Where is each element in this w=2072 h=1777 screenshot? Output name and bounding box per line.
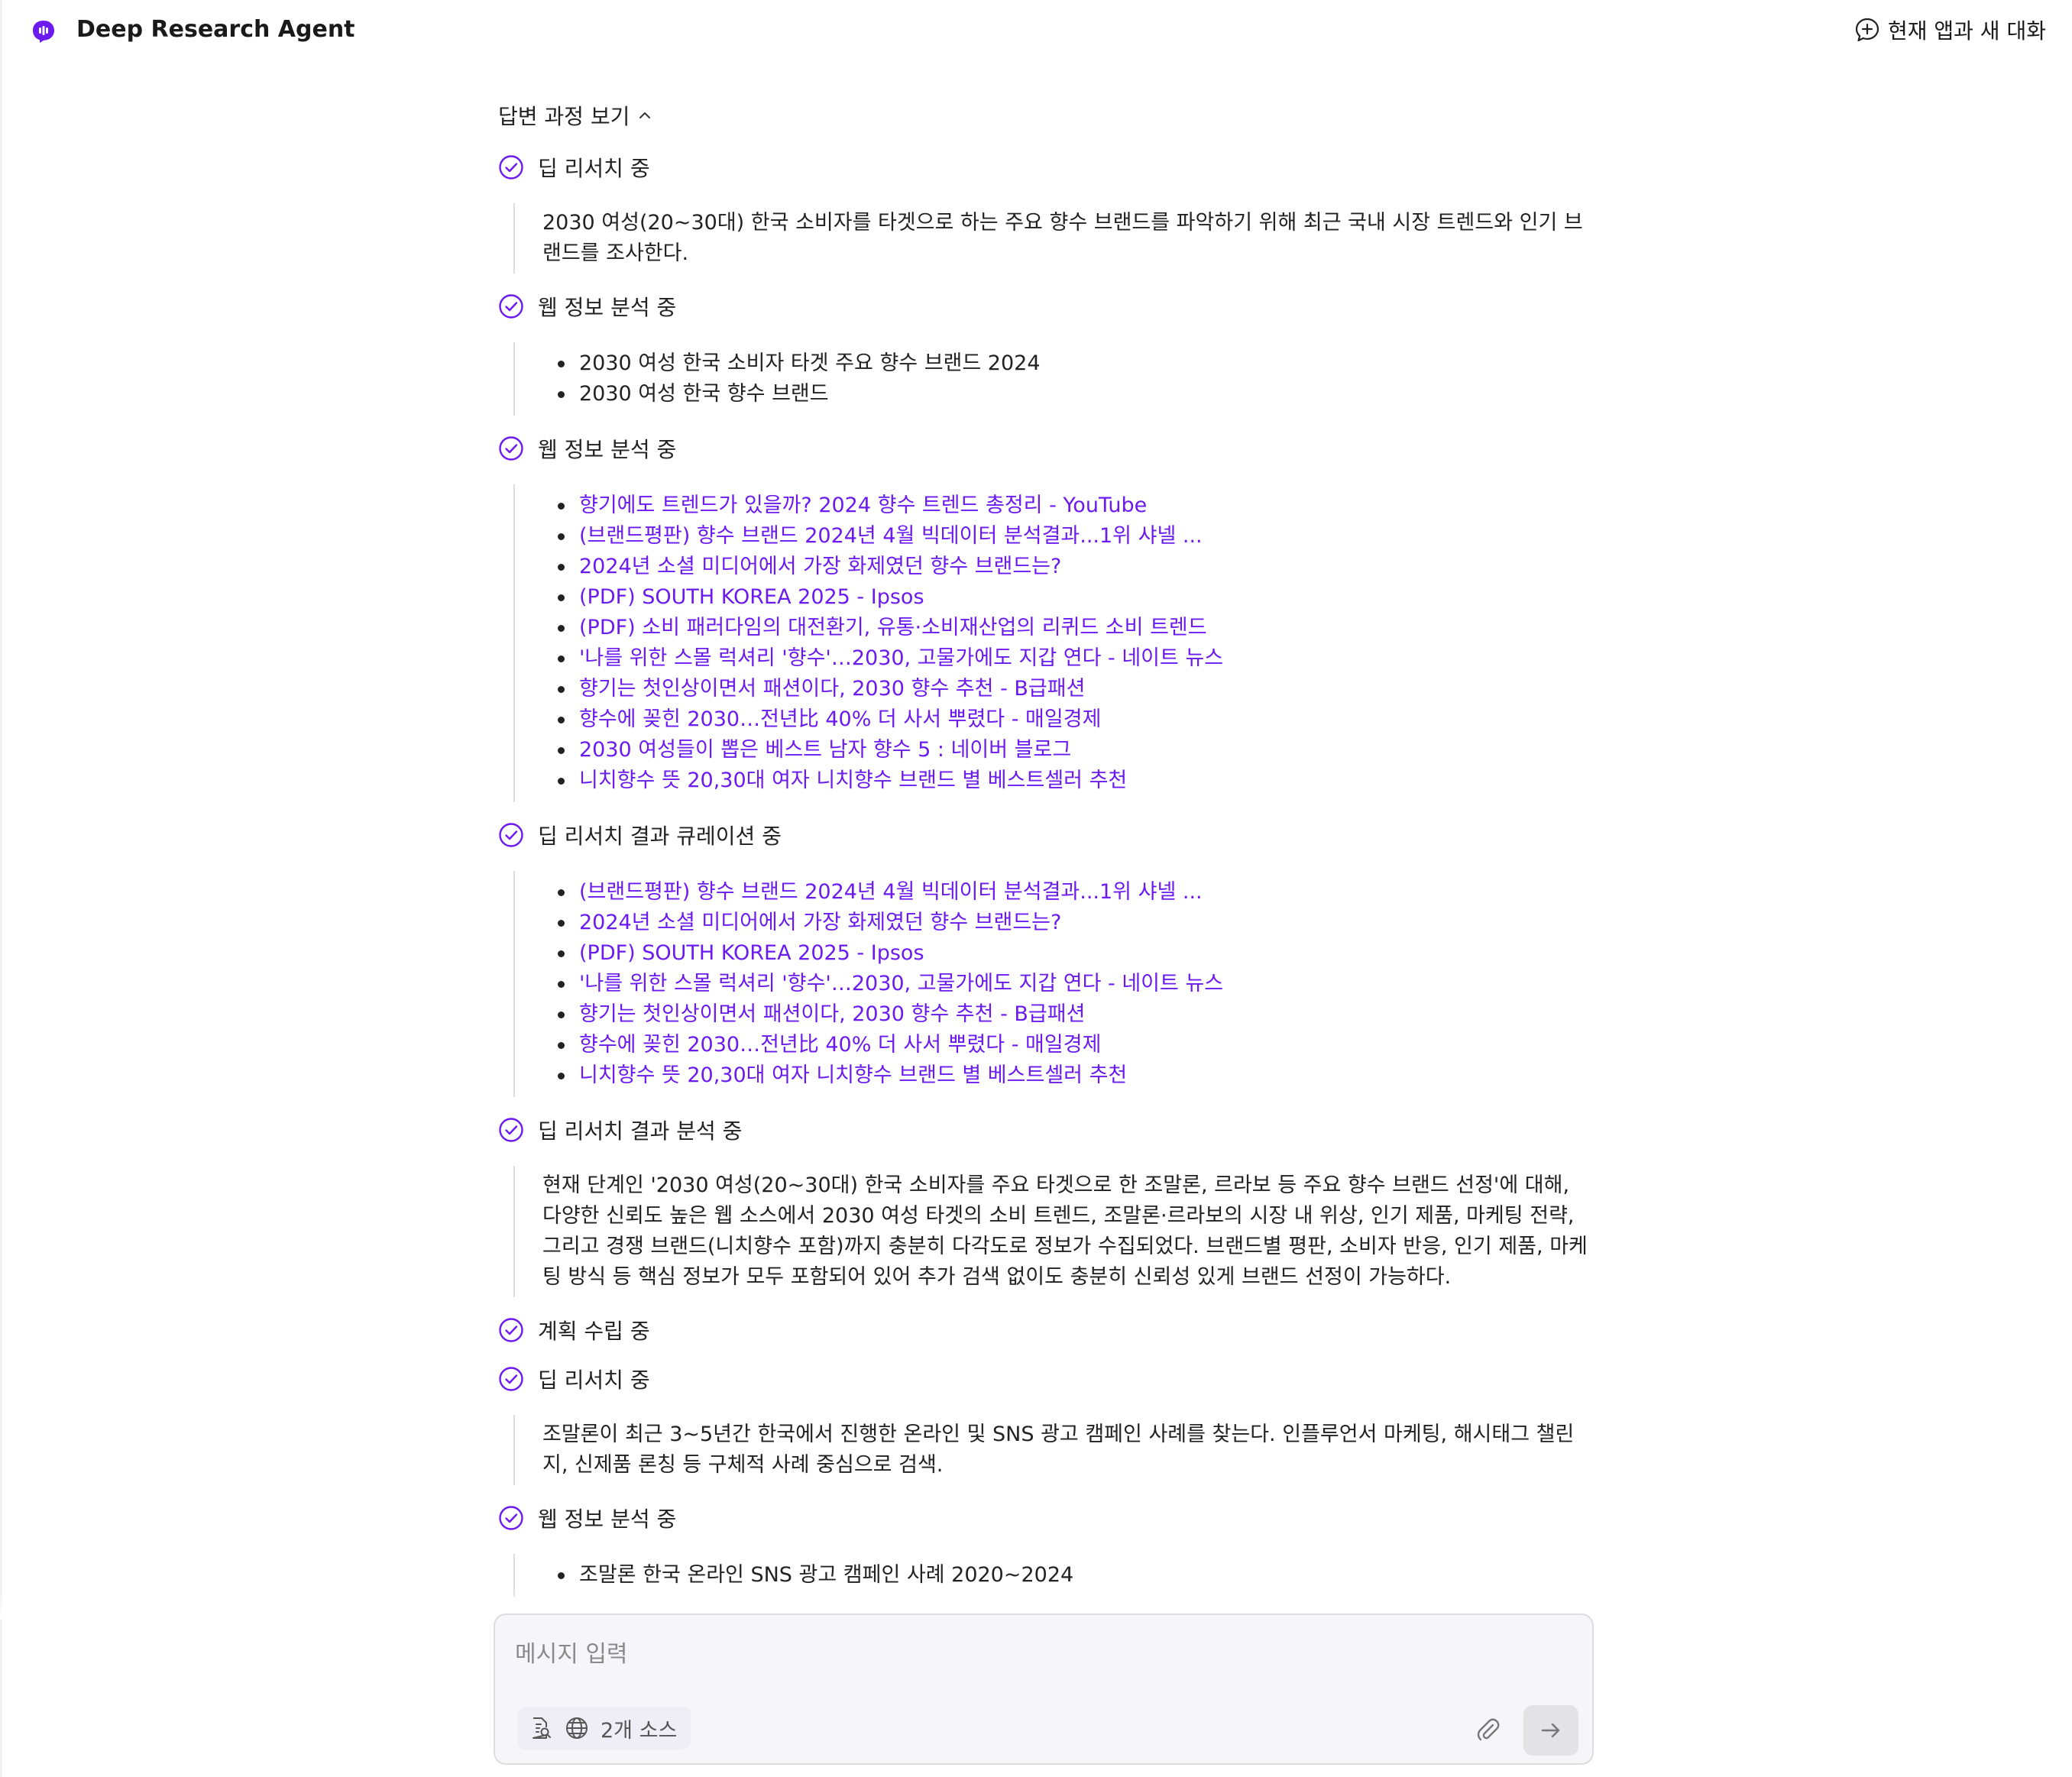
step-description: 2030 여성(20~30대) 한국 소비자를 타겟으로 하는 주요 향수 브랜… xyxy=(542,211,1583,265)
check-circle-icon xyxy=(499,1506,523,1530)
search-query-item: 2030 여성 한국 소비자 타겟 주요 향수 브랜드 2024 xyxy=(542,348,1591,379)
step-header: 웹 정보 분석 중 xyxy=(498,290,1591,322)
process-step: 딥 리서치 중조말론이 최근 3~5년간 한국에서 진행한 온라인 및 SNS … xyxy=(498,1363,1591,1485)
source-link[interactable]: 2024년 소셜 미디어에서 가장 화제였던 향수 브랜드는? xyxy=(542,552,1591,582)
process-step: 웹 정보 분석 중 2030 여성 한국 소비자 타겟 주요 향수 브랜드 202… xyxy=(498,290,1591,416)
step-body: 조말론이 최근 3~5년간 한국에서 진행한 온라인 및 SNS 광고 캠페인 … xyxy=(513,1415,1591,1485)
step-title: 웹 정보 분석 중 xyxy=(538,1507,677,1532)
new-chat-button[interactable]: 현재 앱과 새 대화 xyxy=(1854,14,2046,46)
step-header: 딥 리서치 중 xyxy=(498,1363,1591,1395)
process-toggle-label: 답변 과정 보기 xyxy=(498,104,630,129)
step-item-list: (브랜드평판) 향수 브랜드 2024년 4월 빅데이터 분석결과...1위 샤… xyxy=(542,871,1591,1097)
document-search-icon xyxy=(533,1717,551,1739)
message-composer: 2개 소스 xyxy=(494,1614,1594,1765)
app-title: Deep Research Agent xyxy=(76,16,355,43)
step-title: 웹 정보 분석 중 xyxy=(538,437,677,462)
source-link[interactable]: (브랜드평판) 향수 브랜드 2024년 4월 빅데이터 분석결과...1위 샤… xyxy=(542,521,1591,552)
app-logo-icon xyxy=(33,21,54,43)
research-process-panel: 답변 과정 보기 딥 리서치 중 2030 여성(20~30대) 한국 소비자를 … xyxy=(498,96,1591,1624)
check-circle-icon xyxy=(499,436,523,461)
step-title: 딥 리서치 중 xyxy=(538,1368,650,1393)
source-link[interactable]: 향기는 첫인상이면서 패션이다, 2030 향수 추천 - B급패션 xyxy=(542,674,1591,704)
send-button[interactable] xyxy=(1523,1705,1578,1756)
source-link[interactable]: 2030 여성들이 뽑은 베스트 남자 향수 5 : 네이버 블로그 xyxy=(542,735,1591,766)
step-title: 딥 리서치 중 xyxy=(538,156,650,181)
new-chat-icon xyxy=(1855,18,1879,42)
step-header: 웹 정보 분석 중 xyxy=(498,1502,1591,1534)
step-item-list: 향기에도 트렌드가 있을까? 2024 향수 트렌드 총정리 - YouTube… xyxy=(542,484,1591,802)
step-body: 현재 단계인 '2030 여성(20~30대) 한국 소비자를 주요 타겟으로 … xyxy=(513,1166,1591,1297)
step-title: 계획 수립 중 xyxy=(538,1319,650,1344)
step-header: 딥 리서치 중 xyxy=(498,151,1591,183)
source-link[interactable]: 2024년 소셜 미디어에서 가장 화제였던 향수 브랜드는? xyxy=(542,908,1591,938)
sidebar-edge xyxy=(0,0,2,1777)
chevron-up-icon xyxy=(639,112,651,118)
step-body: 2030 여성 한국 소비자 타겟 주요 향수 브랜드 2024 2030 여성 … xyxy=(513,342,1591,416)
source-link[interactable]: (브랜드평판) 향수 브랜드 2024년 4월 빅데이터 분석결과...1위 샤… xyxy=(542,877,1591,908)
source-link[interactable]: 향기에도 트렌드가 있을까? 2024 향수 트렌드 총정리 - YouTube xyxy=(542,490,1591,521)
step-header: 딥 리서치 결과 큐레이션 중 xyxy=(498,819,1591,851)
new-chat-label: 현재 앱과 새 대화 xyxy=(1887,18,2046,44)
step-header: 계획 수립 중 xyxy=(498,1314,1591,1346)
check-circle-icon xyxy=(499,155,523,180)
source-link[interactable]: (PDF) 소비 패러다임의 대전환기, 유통·소비재산업의 리퀴드 소비 트렌… xyxy=(542,613,1591,643)
step-description: 현재 단계인 '2030 여성(20~30대) 한국 소비자를 주요 타겟으로 … xyxy=(542,1173,1588,1289)
source-count-label: 2개 소스 xyxy=(601,1718,678,1743)
process-step: 웹 정보 분석 중향기에도 트렌드가 있을까? 2024 향수 트렌드 총정리 … xyxy=(498,432,1591,802)
check-circle-icon xyxy=(499,823,523,847)
step-item-list: 2030 여성 한국 소비자 타겟 주요 향수 브랜드 2024 2030 여성 … xyxy=(542,342,1591,416)
search-query-item: 2030 여성 한국 향수 브랜드 xyxy=(542,379,1591,409)
check-circle-icon xyxy=(499,1118,523,1142)
process-step: 딥 리서치 중 2030 여성(20~30대) 한국 소비자를 타겟으로 하는 주… xyxy=(498,151,1591,274)
step-body: (브랜드평판) 향수 브랜드 2024년 4월 빅데이터 분석결과...1위 샤… xyxy=(513,871,1591,1097)
step-header: 딥 리서치 결과 분석 중 xyxy=(498,1114,1591,1146)
source-link[interactable]: (PDF) SOUTH KOREA 2025 - Ipsos xyxy=(542,582,1591,613)
step-body: 향기에도 트렌드가 있을까? 2024 향수 트렌드 총정리 - YouTube… xyxy=(513,484,1591,802)
source-selector-button[interactable]: 2개 소스 xyxy=(518,1707,691,1749)
message-input[interactable] xyxy=(513,1633,1568,1679)
globe-icon xyxy=(566,1717,588,1739)
process-step: 계획 수립 중 xyxy=(498,1314,1591,1346)
step-body: 2030 여성(20~30대) 한국 소비자를 타겟으로 하는 주요 향수 브랜… xyxy=(513,203,1591,274)
step-header: 웹 정보 분석 중 xyxy=(498,432,1591,464)
arrow-right-icon xyxy=(1541,1723,1560,1738)
step-title: 웹 정보 분석 중 xyxy=(538,295,677,320)
step-list: 딥 리서치 중 2030 여성(20~30대) 한국 소비자를 타겟으로 하는 주… xyxy=(498,151,1591,1597)
check-circle-icon xyxy=(499,1318,523,1342)
process-step: 딥 리서치 결과 큐레이션 중 (브랜드평판) 향수 브랜드 2024년 4월 빅… xyxy=(498,819,1591,1097)
source-link[interactable]: 향기는 첫인상이면서 패션이다, 2030 향수 추천 - B급패션 xyxy=(542,999,1591,1030)
search-query-item: 조말론 한국 온라인 SNS 광고 캠페인 사례 2020~2024 xyxy=(542,1560,1591,1591)
app-header: Deep Research Agent 현재 앱과 새 대화 xyxy=(0,0,2072,61)
source-link[interactable]: (PDF) SOUTH KOREA 2025 - Ipsos xyxy=(542,938,1591,969)
step-title: 딥 리서치 결과 큐레이션 중 xyxy=(538,824,782,849)
process-step: 웹 정보 분석 중조말론 한국 온라인 SNS 광고 캠페인 사례 2020~2… xyxy=(498,1502,1591,1597)
process-step: 딥 리서치 결과 분석 중현재 단계인 '2030 여성(20~30대) 한국 … xyxy=(498,1114,1591,1297)
paperclip-icon[interactable] xyxy=(1473,1714,1504,1745)
source-link[interactable]: '나를 위한 스몰 럭셔리 '향수'…2030, 고물가에도 지갑 연다 - 네… xyxy=(542,643,1591,674)
source-link[interactable]: 향수에 꽂힌 2030…전년比 40% 더 사서 뿌렸다 - 매일경제 xyxy=(542,1030,1591,1060)
source-link[interactable]: 니치향수 뜻 20,30대 여자 니치향수 브랜드 별 베스트셀러 추천 xyxy=(542,766,1591,796)
source-link[interactable]: 니치향수 뜻 20,30대 여자 니치향수 브랜드 별 베스트셀러 추천 xyxy=(542,1060,1591,1091)
source-link[interactable]: '나를 위한 스몰 럭셔리 '향수'…2030, 고물가에도 지갑 연다 - 네… xyxy=(542,969,1591,999)
step-title: 딥 리서치 결과 분석 중 xyxy=(538,1118,743,1144)
check-circle-icon xyxy=(499,294,523,319)
step-description: 조말론이 최근 3~5년간 한국에서 진행한 온라인 및 SNS 광고 캠페인 … xyxy=(542,1423,1575,1477)
process-toggle[interactable]: 답변 과정 보기 xyxy=(498,96,1591,134)
source-link[interactable]: 향수에 꽂힌 2030…전년比 40% 더 사서 뿌렸다 - 매일경제 xyxy=(542,704,1591,735)
check-circle-icon xyxy=(499,1367,523,1391)
